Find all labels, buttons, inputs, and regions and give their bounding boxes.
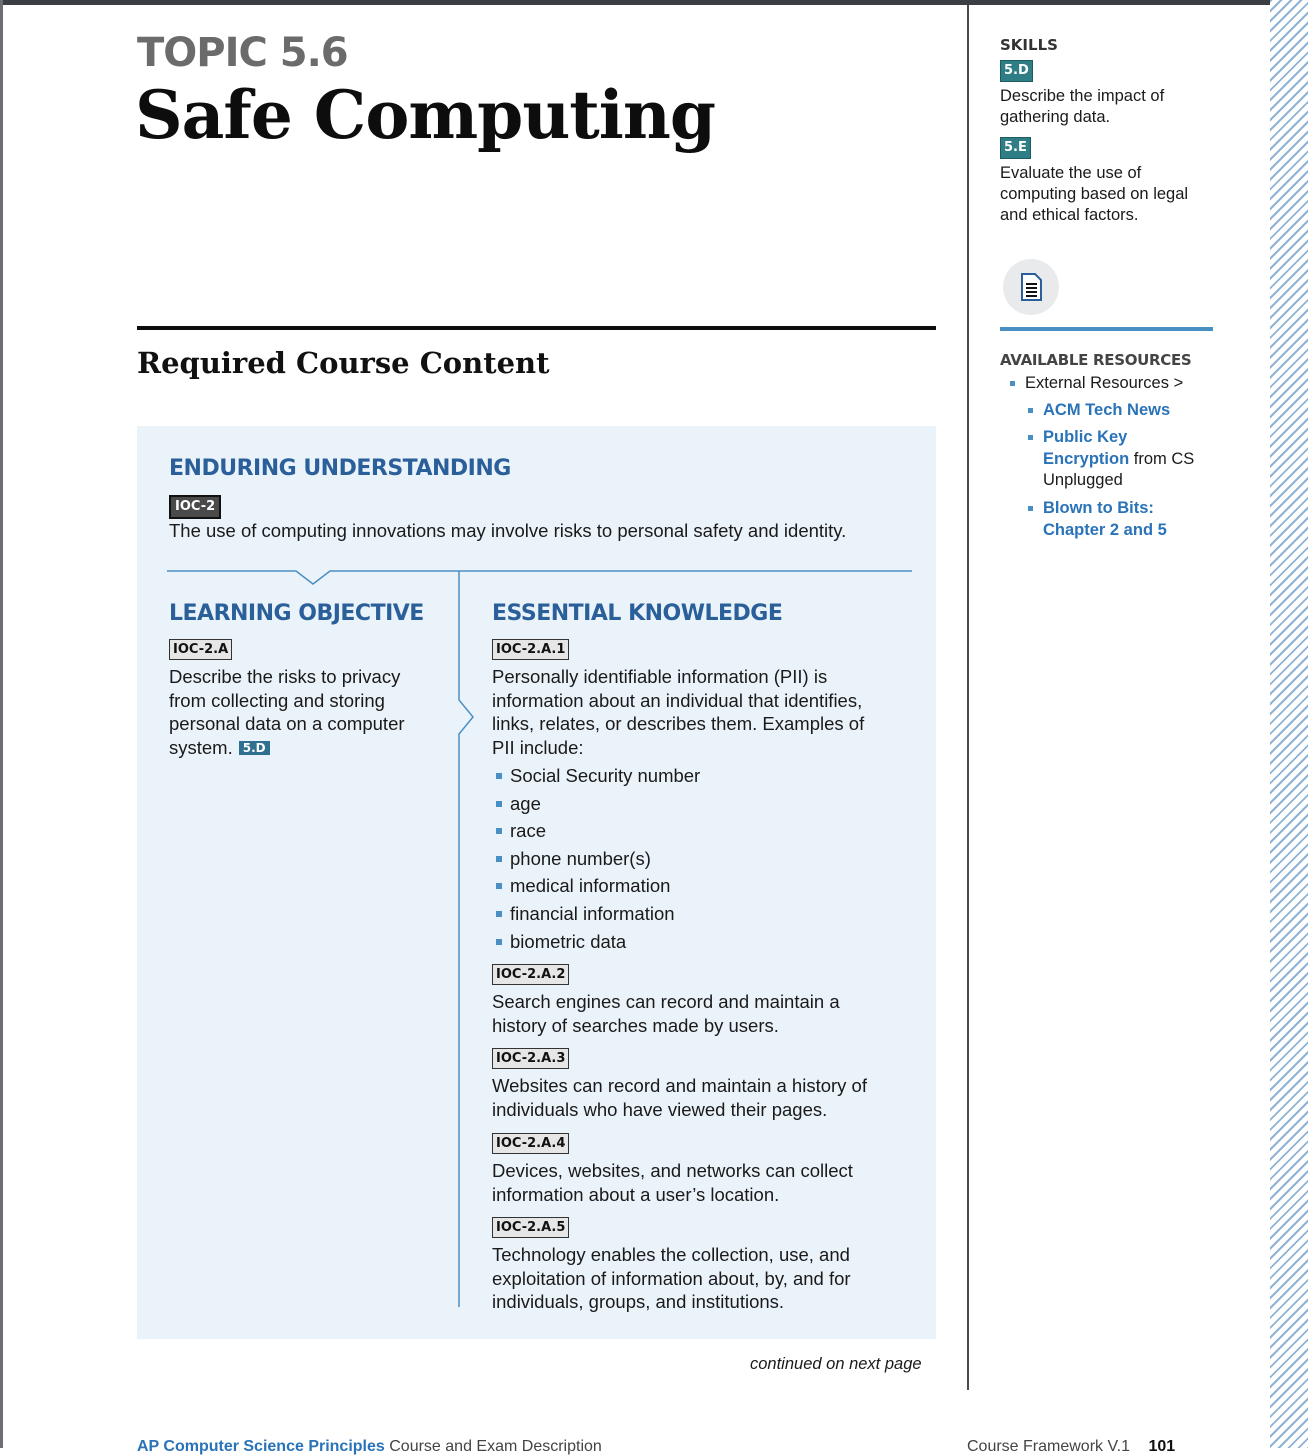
- skill-line: computing based on legal: [1000, 185, 1189, 203]
- skill-description: Evaluate the use of computing based on l…: [1000, 163, 1220, 226]
- list-item: age: [496, 792, 700, 820]
- resource-blown-to-bits[interactable]: Blown to Bits: Chapter 2 and 5: [1043, 498, 1213, 541]
- ek-line: Websites can record and maintain a histo…: [492, 1075, 867, 1096]
- ek-line: individuals who have viewed their pages.: [492, 1098, 828, 1120]
- footer-description: Course and Exam Description: [389, 1438, 602, 1455]
- list-item-text: age: [510, 792, 541, 814]
- list-item: medical information: [496, 874, 700, 902]
- list-item-text: financial information: [510, 902, 675, 924]
- resource-link-text[interactable]: Encryption: [1043, 450, 1129, 468]
- ek-line: information about an individual that ide…: [492, 689, 863, 711]
- list-item: race: [496, 819, 700, 847]
- bullet-square: [496, 883, 502, 890]
- bullet-square: [1028, 408, 1033, 413]
- ek-code: IOC-2.A.3: [492, 1048, 570, 1069]
- ek-code-wrap: IOC-2.A.3: [492, 1048, 570, 1069]
- resource-public-key: Public Key Encryption from CS Unplugged: [1043, 427, 1213, 492]
- bullet-square: [496, 938, 502, 945]
- footer-framework: Course Framework V.1: [967, 1438, 1131, 1455]
- skill-badge: 5.E: [1000, 137, 1031, 159]
- lo-line: from collecting and storing: [169, 689, 385, 711]
- resource-link-text[interactable]: Blown to Bits:: [1043, 498, 1213, 520]
- list-item: Social Security number: [496, 764, 700, 792]
- ek-text: Technology enables the collection, use, …: [492, 1243, 912, 1314]
- ek-code-wrap: IOC-2.A.5: [492, 1217, 570, 1238]
- resource-plain-text: from CS: [1129, 449, 1195, 468]
- resource-link-acm[interactable]: ACM Tech News: [1043, 400, 1170, 422]
- ek-line: PII include:: [492, 736, 584, 758]
- ek-text: Websites can record and maintain a histo…: [492, 1074, 912, 1121]
- footer-course-link[interactable]: AP Computer Science Principles: [137, 1438, 385, 1455]
- bullet-square: [496, 855, 502, 862]
- resource-line: Unplugged: [1043, 471, 1123, 489]
- resources-divider: [1000, 327, 1213, 331]
- bullet-square: [1028, 506, 1033, 511]
- footer-right: Course Framework V.1 101: [967, 1438, 1175, 1456]
- skills-label: SKILLS: [1000, 36, 1058, 54]
- skill-badge-inline: 5.D: [238, 740, 270, 755]
- resources-label: AVAILABLE RESOURCES: [1000, 351, 1192, 369]
- bullet-square: [496, 773, 502, 779]
- list-item-text: Social Security number: [510, 765, 701, 786]
- skill-badge: 5.D: [1000, 60, 1033, 82]
- essential-knowledge-heading: ESSENTIAL KNOWLEDGE: [492, 601, 783, 626]
- skill-description: Describe the impact of gathering data.: [1000, 86, 1220, 128]
- ek-code: IOC-2.A.2: [492, 964, 570, 985]
- skill-line: Describe the impact of: [1000, 87, 1165, 105]
- skill-line: and ethical factors.: [1000, 206, 1139, 224]
- list-item: biometric data: [496, 930, 700, 958]
- learning-objective-heading: LEARNING OBJECTIVE: [169, 601, 424, 626]
- ek-code: IOC-2.A.4: [492, 1133, 570, 1154]
- skill-line: gathering data.: [1000, 108, 1111, 126]
- document-icon-glyph: [1021, 273, 1042, 301]
- resource-link-text[interactable]: ACM Tech News: [1043, 401, 1170, 419]
- ek-code-wrap: IOC-2.A.4: [492, 1133, 570, 1154]
- list-item-text: phone number(s): [510, 847, 651, 869]
- ek-text: Search engines can record and maintain a…: [492, 990, 912, 1037]
- list-item-text: race: [510, 820, 546, 842]
- ek-line: individuals, groups, and institutions.: [492, 1291, 785, 1312]
- ek-line: Devices, websites, and networks can coll…: [492, 1160, 853, 1181]
- page-number: 101: [1148, 1438, 1176, 1455]
- lo-line: Describe the risks to privacy: [169, 666, 401, 687]
- continued-note: continued on next page: [750, 1355, 922, 1373]
- lo-line-text: system.: [169, 736, 233, 758]
- list-item: phone number(s): [496, 847, 700, 875]
- learning-objective-text: Describe the risks to privacy from colle…: [169, 665, 454, 759]
- list-item-text: biometric data: [510, 930, 627, 952]
- document-icon: [1003, 259, 1059, 315]
- ek-code: IOC-2.A.5: [492, 1217, 570, 1238]
- bullet-square: [1028, 435, 1033, 440]
- lo-line: system. 5.D: [169, 736, 454, 760]
- lo-line: personal data on a computer: [169, 713, 405, 734]
- resource-link-text[interactable]: Chapter 2 and 5: [1043, 520, 1213, 542]
- external-resources-label: External Resources >: [1025, 374, 1184, 392]
- ek-line: history of searches made by users.: [492, 1014, 779, 1036]
- footer-left: AP Computer Science Principles Course an…: [137, 1438, 602, 1456]
- learning-objective-code: IOC-2.A: [169, 639, 233, 660]
- pii-examples-list: Social Security number age race phone nu…: [496, 764, 700, 957]
- ek-line: Technology enables the collection, use, …: [492, 1244, 850, 1265]
- resource-link-text[interactable]: Public Key: [1043, 428, 1127, 446]
- ek-line: links, relates, or describes them. Examp…: [492, 713, 865, 734]
- list-item-text: medical information: [510, 875, 671, 897]
- ek-code-wrap: IOC-2.A.2: [492, 964, 570, 985]
- bullet-square: [496, 910, 502, 917]
- resource-line: Public Key: [1043, 427, 1213, 449]
- ek-line: Personally identifiable information (PII…: [492, 666, 828, 687]
- learning-objective-code-wrap: IOC-2.A: [169, 639, 233, 660]
- list-item: financial information: [496, 902, 700, 930]
- bullet-square: [496, 800, 502, 807]
- ek-line: exploitation of information about, by, a…: [492, 1267, 851, 1289]
- ek-code: IOC-2.A.1: [492, 639, 570, 660]
- ek-line: Search engines can record and maintain a: [492, 991, 840, 1012]
- ek-text: Personally identifiable information (PII…: [492, 665, 912, 759]
- bullet-square: [1010, 381, 1015, 386]
- ek-text: Devices, websites, and networks can coll…: [492, 1159, 912, 1206]
- skill-line: Evaluate the use of: [1000, 164, 1142, 182]
- ek-line: information about a user’s location.: [492, 1183, 780, 1205]
- ek-code-wrap: IOC-2.A.1: [492, 639, 570, 660]
- bullet-square: [496, 828, 502, 835]
- resource-line: Encryption from CS: [1043, 449, 1213, 471]
